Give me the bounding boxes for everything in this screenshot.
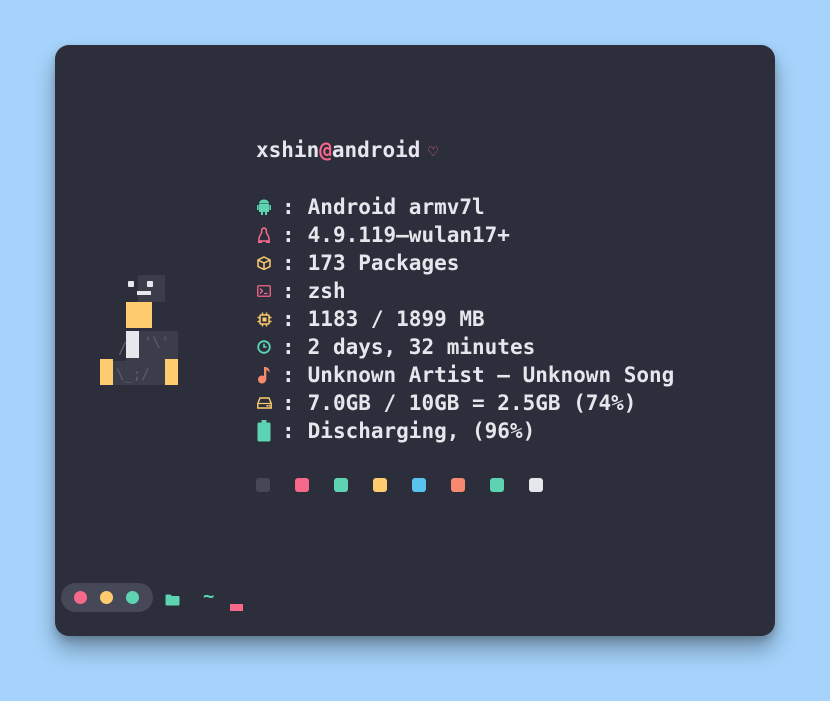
palette-swatch-white <box>529 478 543 492</box>
palette-swatch-blue <box>412 478 426 492</box>
uptime-value: 2 days, 32 minutes <box>307 335 536 359</box>
packages-row: : 173 Packages <box>256 249 674 277</box>
system-info-list: : Android armv7l : 4.9.119—wulan17+ : 17… <box>256 193 674 445</box>
kernel-value: 4.9.119—wulan17+ <box>307 223 510 247</box>
hostname: android <box>331 138 421 162</box>
disk-row: : 7.0GB / 10GB = 2.5GB (74%) <box>256 389 674 417</box>
separator: : <box>282 419 295 443</box>
cpu-icon <box>256 308 272 330</box>
svg-text:'\': '\' <box>144 335 169 351</box>
os-value: Android armv7l <box>307 195 485 219</box>
shell-value: zsh <box>307 279 346 303</box>
palette-swatch-black <box>256 478 270 492</box>
separator: : <box>282 335 295 359</box>
packages-value: 173 Packages <box>307 251 460 275</box>
at-sign: @ <box>319 138 332 162</box>
uptime-row: : 2 days, 32 minutes <box>256 333 674 361</box>
music-row: : Unknown Artist — Unknown Song <box>256 361 674 389</box>
shell-prompt: ~ <box>61 583 261 613</box>
terminal-window: / '\' \_;/ xshin@android ♡ : Android armv… <box>55 45 775 636</box>
palette-swatch-cyan <box>490 478 504 492</box>
hdd-icon <box>256 392 272 414</box>
color-palette <box>256 478 568 492</box>
separator: : <box>282 363 295 387</box>
os-row: : Android armv7l <box>256 193 674 221</box>
disk-value: 7.0GB / 10GB = 2.5GB (74%) <box>307 391 637 415</box>
linux-icon <box>256 224 272 246</box>
memory-value: 1183 / 1899 MB <box>307 307 485 331</box>
terminal-icon <box>256 280 272 302</box>
palette-swatch-yellow <box>373 478 387 492</box>
username: xshin <box>256 138 320 162</box>
heart-icon: ♡ <box>428 142 439 161</box>
separator: : <box>282 391 295 415</box>
kernel-row: : 4.9.119—wulan17+ <box>256 221 674 249</box>
shell-row: : zsh <box>256 277 674 305</box>
separator: : <box>282 279 295 303</box>
palette-swatch-red <box>295 478 309 492</box>
android-icon <box>256 196 272 218</box>
window-controls <box>61 583 153 612</box>
user-host-title: xshin@android ♡ <box>256 138 438 164</box>
battery-value: Discharging, (96%) <box>307 419 536 443</box>
close-button[interactable] <box>74 591 87 604</box>
music-icon <box>256 364 272 386</box>
minimize-button[interactable] <box>100 591 113 604</box>
package-icon <box>256 252 272 274</box>
clock-icon <box>256 336 272 358</box>
separator: : <box>282 251 295 275</box>
svg-text:\_;/: \_;/ <box>116 367 150 383</box>
separator: : <box>282 307 295 331</box>
memory-row: : 1183 / 1899 MB <box>256 305 674 333</box>
palette-swatch-orange <box>451 478 465 492</box>
music-value: Unknown Artist — Unknown Song <box>307 363 675 387</box>
current-path: ~ <box>203 585 215 607</box>
palette-swatch-green <box>334 478 348 492</box>
folder-icon <box>165 591 180 610</box>
battery-row: : Discharging, (96%) <box>256 417 674 445</box>
separator: : <box>282 195 295 219</box>
separator: : <box>282 223 295 247</box>
svg-text:/: / <box>118 338 128 357</box>
text-cursor[interactable] <box>230 604 243 611</box>
maximize-button[interactable] <box>126 591 139 604</box>
tux-ascii-logo: / '\' \_;/ <box>100 275 182 390</box>
battery-icon <box>256 420 272 442</box>
